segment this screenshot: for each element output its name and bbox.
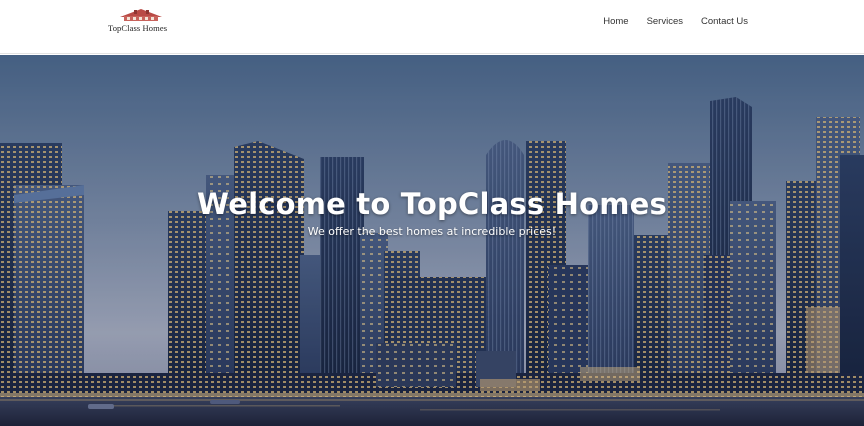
hero-section: Welcome to TopClass Homes We offer the b…	[0, 55, 864, 426]
nav-link-home[interactable]: Home	[603, 16, 628, 28]
logo-text: TopClass Homes	[108, 23, 168, 33]
nav-link-services[interactable]: Services	[647, 16, 683, 28]
hero-text: Welcome to TopClass Homes We offer the b…	[0, 187, 864, 238]
main-nav: Home Services Contact Us	[603, 16, 748, 28]
nav-link-contact[interactable]: Contact Us	[701, 16, 748, 28]
house-roof-icon	[120, 9, 162, 21]
hero-subtitle: We offer the best homes at incredible pr…	[307, 225, 557, 238]
city-skyline-background	[0, 55, 864, 426]
site-header: TopClass Homes Home Services Contact Us	[0, 0, 864, 54]
brand-logo[interactable]: TopClass Homes	[106, 8, 180, 36]
hero-title: Welcome to TopClass Homes	[197, 187, 667, 221]
